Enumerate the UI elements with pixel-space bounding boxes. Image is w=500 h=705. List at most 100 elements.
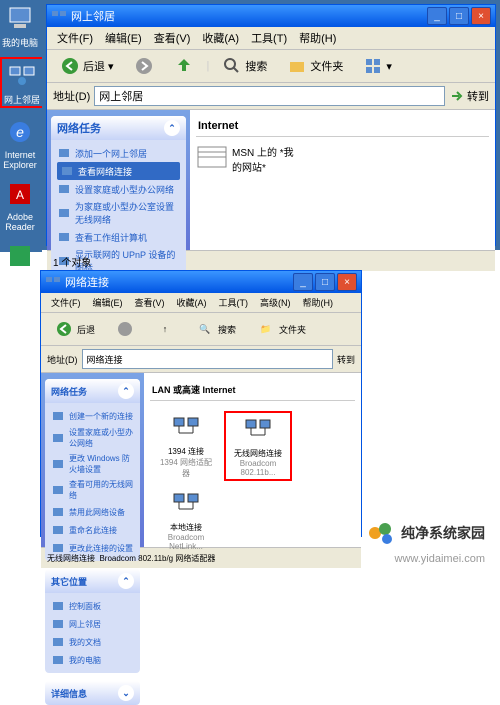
task-item[interactable]: 查看工作组计算机 bbox=[57, 228, 180, 246]
menu-favorites[interactable]: 收藏(A) bbox=[173, 295, 211, 310]
desktop-icons-strip: 我的电脑 网上邻居 eInternet Explorer AAdobe Read… bbox=[0, 0, 42, 252]
menu-edit[interactable]: 编辑(E) bbox=[101, 29, 146, 47]
task-item[interactable]: 创建一个新的连接 bbox=[51, 407, 134, 425]
menu-edit[interactable]: 编辑(E) bbox=[89, 295, 127, 310]
folders-button[interactable]: 文件夹 bbox=[280, 53, 350, 79]
close-button[interactable]: × bbox=[471, 7, 491, 25]
forward-button[interactable] bbox=[108, 316, 142, 342]
connection-icon bbox=[243, 415, 273, 445]
tasks-sidebar: 网络任务⌃ 创建一个新的连接设置家庭或小型办公网络更改 Windows 防火墙设… bbox=[41, 373, 144, 547]
forward-icon bbox=[134, 56, 154, 76]
panel-header[interactable]: 详细信息⌄ bbox=[45, 681, 140, 705]
search-button[interactable]: 搜索 bbox=[215, 53, 274, 79]
task-label: 为家庭或小型办公室设置无线网络 bbox=[75, 200, 180, 226]
menu-file[interactable]: 文件(F) bbox=[53, 29, 97, 47]
desktop-icon-network[interactable]: 网上邻居 bbox=[0, 57, 44, 108]
views-icon bbox=[363, 56, 383, 76]
task-icon bbox=[51, 457, 65, 471]
task-item[interactable]: 禁用此网络设备 bbox=[51, 503, 134, 521]
up-button[interactable] bbox=[167, 53, 201, 79]
connection-item[interactable]: 本地连接Broadcom NetLink... bbox=[154, 487, 218, 553]
task-item[interactable]: 我的文档 bbox=[51, 633, 134, 651]
titlebar[interactable]: 网上邻居 _ □ × bbox=[47, 5, 495, 27]
watermark-text: 纯净系统家园 bbox=[401, 523, 485, 543]
folders-icon: 📁 bbox=[256, 319, 276, 339]
task-label: 设置家庭或小型办公网络 bbox=[75, 183, 174, 196]
content-area: 网络任务⌃ 创建一个新的连接设置家庭或小型办公网络更改 Windows 防火墙设… bbox=[41, 373, 361, 547]
menu-view[interactable]: 查看(V) bbox=[150, 29, 195, 47]
screenshot-1: 我的电脑 网上邻居 eInternet Explorer AAdobe Read… bbox=[0, 0, 500, 250]
address-label: 地址(D) bbox=[53, 88, 90, 104]
window-controls: _ □ × bbox=[427, 7, 491, 25]
connection-icon bbox=[171, 489, 201, 519]
back-button[interactable]: 后退 ▾ bbox=[53, 53, 121, 79]
task-item[interactable]: 网上邻居 bbox=[51, 615, 134, 633]
connection-item[interactable]: 1394 连接1394 网络适配器 bbox=[154, 411, 218, 481]
forward-icon bbox=[115, 319, 135, 339]
desktop-icon-adobe[interactable]: AAdobe Reader bbox=[0, 178, 40, 232]
task-item[interactable]: 设置家庭或小型办公网络 bbox=[51, 425, 134, 451]
task-icon bbox=[60, 164, 74, 178]
search-button[interactable]: 🔍搜索 bbox=[188, 316, 243, 342]
task-item[interactable]: 设置家庭或小型办公网络 bbox=[57, 180, 180, 198]
task-item[interactable]: 重命名此连接 bbox=[51, 521, 134, 539]
desktop-icon-ie[interactable]: eInternet Explorer bbox=[0, 116, 40, 170]
desktop-icon-5[interactable]: 回收站/KDS bbox=[0, 240, 40, 300]
maximize-button[interactable]: □ bbox=[449, 7, 469, 25]
minimize-button[interactable]: _ bbox=[293, 273, 313, 291]
forward-button[interactable] bbox=[127, 53, 161, 79]
window-icon bbox=[45, 274, 61, 290]
panel-details: 详细信息⌄ bbox=[45, 681, 140, 705]
menu-help[interactable]: 帮助(H) bbox=[299, 295, 338, 310]
task-icon bbox=[51, 409, 65, 423]
panel-header[interactable]: 其它位置⌃ bbox=[45, 569, 140, 593]
menu-advanced[interactable]: 高级(N) bbox=[256, 295, 295, 310]
task-item[interactable]: 我的电脑 bbox=[51, 651, 134, 669]
task-item[interactable]: 查看可用的无线网络 bbox=[51, 477, 134, 503]
connection-icon bbox=[171, 413, 201, 443]
menu-favorites[interactable]: 收藏(A) bbox=[198, 29, 243, 47]
connection-name: 无线网络连接 bbox=[228, 448, 288, 459]
go-button[interactable]: 转到 bbox=[449, 88, 489, 104]
toolbar: 后退 ▾ | 搜索 文件夹 ▾ bbox=[47, 50, 495, 83]
desktop-icon-mycomputer[interactable]: 我的电脑 bbox=[0, 2, 40, 49]
window-title: 网络连接 bbox=[65, 274, 293, 290]
file-item-msn[interactable]: MSN 上的 *我的网站* bbox=[196, 143, 296, 175]
address-input[interactable] bbox=[94, 86, 445, 106]
main-pane[interactable]: Internet MSN 上的 *我的网站* bbox=[190, 110, 495, 250]
back-button[interactable]: 后退 bbox=[47, 316, 102, 342]
minimize-button[interactable]: _ bbox=[427, 7, 447, 25]
close-button[interactable]: × bbox=[337, 273, 357, 291]
menu-file[interactable]: 文件(F) bbox=[47, 295, 85, 310]
task-item[interactable]: 更改 Windows 防火墙设置 bbox=[51, 451, 134, 477]
up-button[interactable]: ↑ bbox=[148, 316, 182, 342]
views-button[interactable]: ▾ bbox=[356, 53, 399, 79]
connection-sub: 1394 网络适配器 bbox=[156, 457, 216, 479]
task-icon bbox=[51, 635, 65, 649]
go-button[interactable]: 转到 bbox=[337, 353, 355, 366]
menu-view[interactable]: 查看(V) bbox=[131, 295, 169, 310]
menu-help[interactable]: 帮助(H) bbox=[295, 29, 340, 47]
task-label: 禁用此网络设备 bbox=[69, 507, 125, 518]
menu-tools[interactable]: 工具(T) bbox=[215, 295, 253, 310]
task-icon bbox=[51, 505, 65, 519]
panel-header[interactable]: 网络任务⌃ bbox=[45, 379, 140, 403]
maximize-button[interactable]: □ bbox=[315, 273, 335, 291]
folders-button[interactable]: 📁文件夹 bbox=[249, 316, 313, 342]
task-item[interactable]: 控制面板 bbox=[51, 597, 134, 615]
task-item[interactable]: 添加一个网上邻居 bbox=[57, 144, 180, 162]
task-item[interactable]: 查看网络连接 bbox=[57, 162, 180, 180]
task-icon bbox=[51, 483, 65, 497]
connection-item[interactable]: 无线网络连接Broadcom 802.11b... bbox=[224, 411, 292, 481]
main-pane[interactable]: LAN 或高速 Internet 1394 连接1394 网络适配器无线网络连接… bbox=[144, 373, 361, 547]
task-item[interactable]: 为家庭或小型办公室设置无线网络 bbox=[57, 198, 180, 228]
panel-header[interactable]: 网络任务⌃ bbox=[51, 116, 186, 140]
desktop-icon-label: Internet Explorer bbox=[3, 150, 37, 170]
titlebar[interactable]: 网络连接 _ □ × bbox=[41, 271, 361, 293]
task-icon bbox=[57, 182, 71, 196]
panel-body: 控制面板网上邻居我的文档我的电脑 bbox=[45, 593, 140, 673]
address-input[interactable] bbox=[82, 349, 333, 369]
menubar: 文件(F) 编辑(E) 查看(V) 收藏(A) 工具(T) 高级(N) 帮助(H… bbox=[41, 293, 361, 313]
menu-tools[interactable]: 工具(T) bbox=[247, 29, 291, 47]
desktop-background: 网上邻居 _ □ × 文件(F) 编辑(E) 查看(V) 收藏(A) 工具(T)… bbox=[42, 0, 500, 250]
